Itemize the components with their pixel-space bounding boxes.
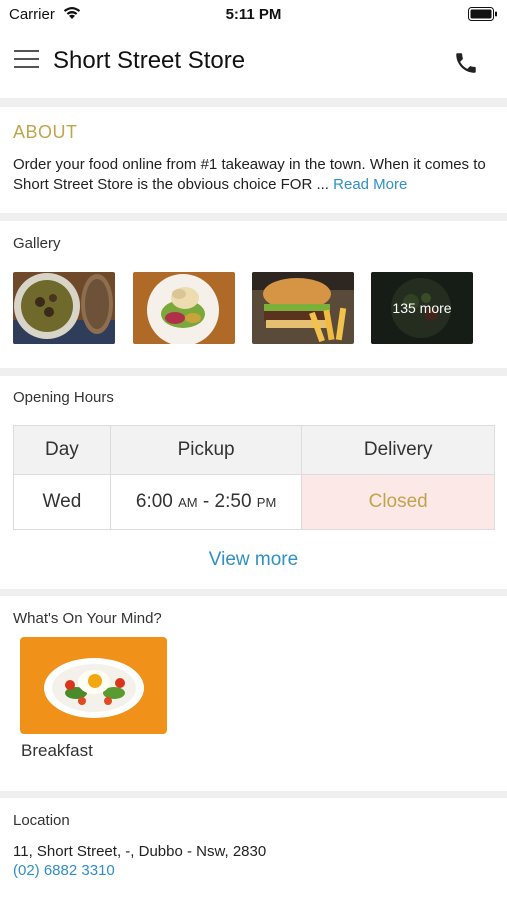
status-bar: Carrier 5:11 PM	[0, 0, 507, 30]
about-description: Order your food online from #1 takeaway …	[13, 155, 498, 195]
table-header-row: Day Pickup Delivery	[13, 425, 495, 475]
read-more-link[interactable]: Read More	[333, 176, 407, 193]
page-title: Short Street Store	[53, 47, 246, 74]
category-label-breakfast[interactable]: Breakfast	[21, 741, 93, 761]
section-divider	[0, 368, 507, 376]
pickup-separator: -	[197, 491, 215, 512]
section-divider	[0, 791, 507, 798]
gallery-more-count: 135 more	[392, 300, 452, 316]
gallery-thumb-soup[interactable]	[13, 272, 115, 344]
column-header-delivery: Delivery	[301, 425, 495, 475]
battery-icon	[468, 7, 497, 21]
phone-icon[interactable]	[453, 50, 479, 76]
view-more-link[interactable]: View more	[0, 549, 507, 571]
clock: 5:11 PM	[225, 6, 282, 23]
column-header-pickup: Pickup	[109, 425, 303, 475]
about-heading: ABOUT	[13, 122, 78, 142]
location-address: 11, Short Street, -, Dubbo - Nsw, 2830	[13, 843, 267, 860]
section-divider	[0, 589, 507, 596]
whats-on-your-mind-heading: What's On Your Mind?	[13, 610, 162, 627]
hours-pickup-cell: 6:00 AM - 2:50 PM	[109, 474, 303, 530]
hours-day-cell: Wed	[13, 474, 111, 530]
gallery-thumb-more[interactable]: 135 more	[371, 272, 473, 344]
column-header-day: Day	[13, 425, 111, 475]
pickup-end: 2:50	[214, 491, 252, 512]
opening-hours-heading: Opening Hours	[13, 389, 114, 406]
opening-hours-table: Day Pickup Delivery Wed 6:00 AM - 2:50 P…	[13, 425, 495, 530]
gallery-thumb-salad[interactable]	[133, 272, 235, 344]
pickup-start-ampm: AM	[178, 495, 198, 510]
pickup-end-ampm: PM	[256, 495, 277, 510]
table-row: Wed 6:00 AM - 2:50 PM Closed	[13, 474, 495, 530]
gallery-heading: Gallery	[13, 235, 61, 252]
pickup-start: 6:00	[135, 491, 173, 512]
location-phone-link[interactable]: (02) 6882 3310	[13, 862, 115, 879]
hours-delivery-cell: Closed	[301, 474, 495, 530]
app-bar: Short Street Store	[0, 30, 507, 98]
location-heading: Location	[13, 812, 70, 829]
gallery-thumb-burger[interactable]	[252, 272, 354, 344]
category-card-breakfast[interactable]	[20, 637, 167, 734]
section-divider	[0, 213, 507, 221]
about-text: Order your food online from #1 takeaway …	[13, 156, 486, 193]
menu-icon[interactable]	[14, 50, 40, 74]
section-divider	[0, 98, 507, 107]
